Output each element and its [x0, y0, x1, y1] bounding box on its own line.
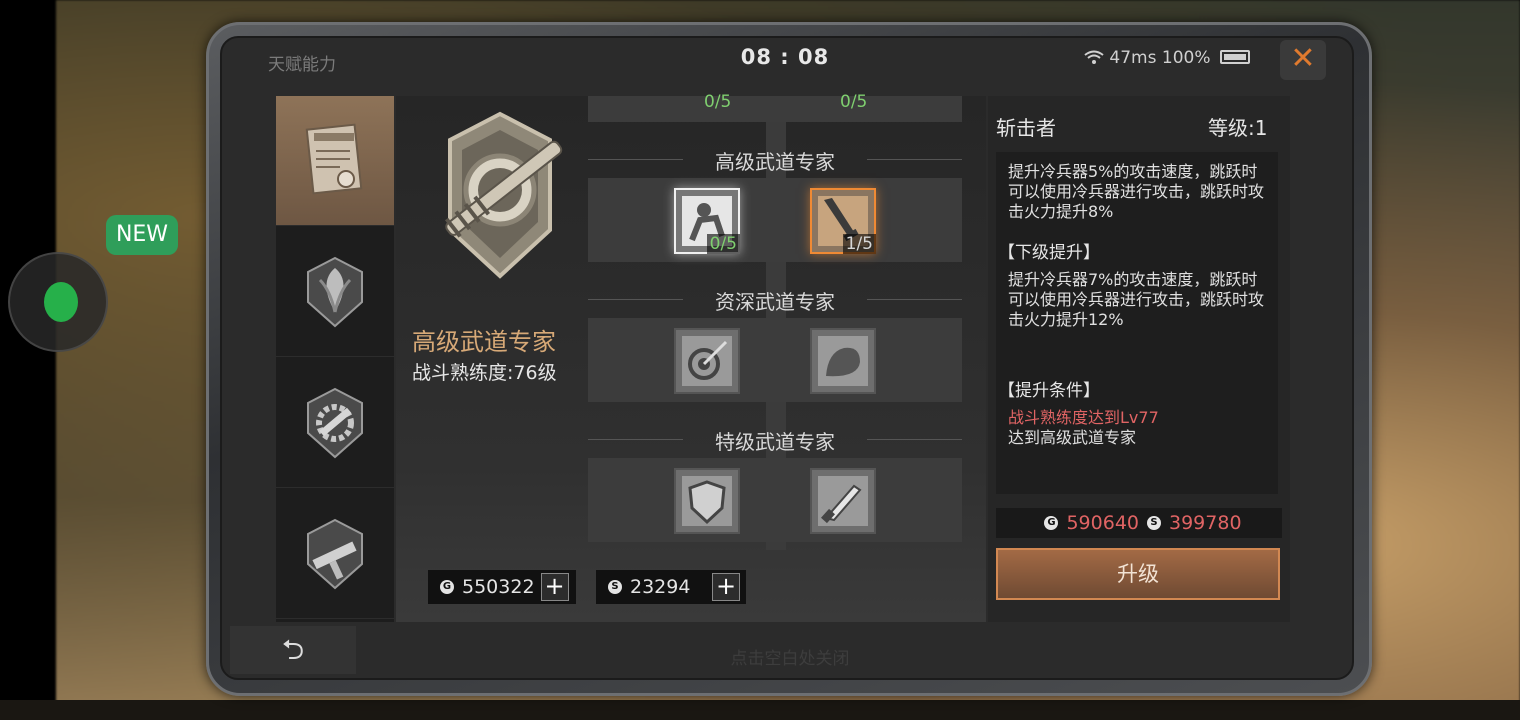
- add-silver-button[interactable]: +: [712, 573, 740, 601]
- skill-count: 1/5: [842, 234, 876, 254]
- tier-header: 高级武道专家: [588, 146, 962, 175]
- skill-count: 0/5: [840, 92, 868, 112]
- shield-icon: [682, 476, 732, 526]
- fist-icon: [818, 336, 868, 386]
- silver-icon: S: [608, 580, 622, 594]
- tab-certificate[interactable]: [276, 96, 394, 226]
- upgrade-cost: G 590640 S 399780: [996, 508, 1282, 538]
- cost-coins: 590640: [1066, 512, 1139, 534]
- tab-gear-hammer[interactable]: [276, 358, 394, 488]
- add-coins-button[interactable]: +: [540, 573, 569, 601]
- tab-leaf-emblem[interactable]: [276, 227, 394, 357]
- skill-level: 等级:1: [1208, 116, 1268, 140]
- requirement-unmet: 战斗熟练度达到Lv77: [1008, 408, 1159, 427]
- leaf-emblem-icon: [307, 256, 363, 327]
- skill-knife[interactable]: [810, 468, 876, 534]
- skill-target-dart[interactable]: [674, 328, 740, 394]
- tier-header: 特级武道专家: [588, 426, 962, 455]
- floating-assistant-dot[interactable]: [44, 282, 78, 322]
- tier-header: 资深武道专家: [588, 286, 962, 315]
- wifi-icon: [1084, 50, 1104, 64]
- smg-icon: [307, 518, 363, 589]
- cost-silver: 399780: [1169, 512, 1242, 534]
- skill-grapple[interactable]: 0/5: [674, 188, 740, 254]
- next-effect-text: 提升冷兵器7%的攻击速度，跳跃时可以使用冷兵器进行攻击，跳跃时攻击火力提升12%: [1008, 270, 1265, 329]
- bottom-bar: [0, 700, 1520, 720]
- silver-amount: 23294: [630, 576, 691, 598]
- close-hint[interactable]: 点击空白处关闭: [620, 644, 960, 669]
- gear-hammer-icon: [307, 387, 363, 458]
- battery-text: 100%: [1161, 48, 1211, 68]
- rank-level: 战斗熟练度:76级: [412, 362, 557, 384]
- skill-fist[interactable]: [810, 328, 876, 394]
- skill-count: 0/5: [704, 92, 732, 112]
- certificate-icon: [305, 123, 363, 194]
- tier-row: [588, 458, 962, 542]
- skill-blade-slash[interactable]: 1/5: [810, 188, 876, 254]
- requirement-header: 【提升条件】: [998, 381, 1100, 401]
- ping-text: 47ms: [1109, 48, 1157, 68]
- battery-icon: [1219, 50, 1250, 64]
- new-badge[interactable]: NEW: [106, 215, 178, 255]
- knife-icon: [818, 476, 868, 526]
- upgrade-button[interactable]: 升级: [996, 548, 1280, 600]
- coin-icon: G: [1044, 516, 1059, 530]
- status-bar: 47ms 100%: [1084, 48, 1250, 68]
- close-button[interactable]: ✕: [1280, 40, 1326, 80]
- silver-balance: S 23294 +: [596, 570, 746, 604]
- coin-amount: 550322: [462, 576, 535, 598]
- rank-emblem-icon: [444, 111, 563, 279]
- skill-count: 0/5: [706, 234, 740, 254]
- talent-category-tabs: [276, 96, 394, 622]
- window-title: 天赋能力: [268, 55, 336, 75]
- rank-title: 高级武道专家: [412, 328, 556, 356]
- coin-icon: G: [440, 580, 454, 594]
- tier-row: [588, 178, 962, 262]
- requirement-met: 达到高级武道专家: [1008, 428, 1137, 447]
- next-level-header: 【下级提升】: [998, 243, 1100, 263]
- skill-shield[interactable]: [674, 468, 740, 534]
- coin-balance: G 550322 +: [428, 570, 576, 604]
- skill-name: 斩击者: [996, 116, 1056, 140]
- target-dart-icon: [682, 336, 732, 386]
- tier-row-top: [588, 96, 962, 122]
- tier-row: [588, 318, 962, 402]
- back-button[interactable]: ⮌: [230, 626, 356, 674]
- clock: 08 : 08: [740, 45, 830, 69]
- tab-smg[interactable]: [276, 489, 394, 619]
- current-effect-text: 提升冷兵器5%的攻击速度，跳跃时可以使用冷兵器进行攻击，跳跃时攻击火力提升8%: [1008, 162, 1265, 221]
- silver-icon: S: [1147, 516, 1161, 530]
